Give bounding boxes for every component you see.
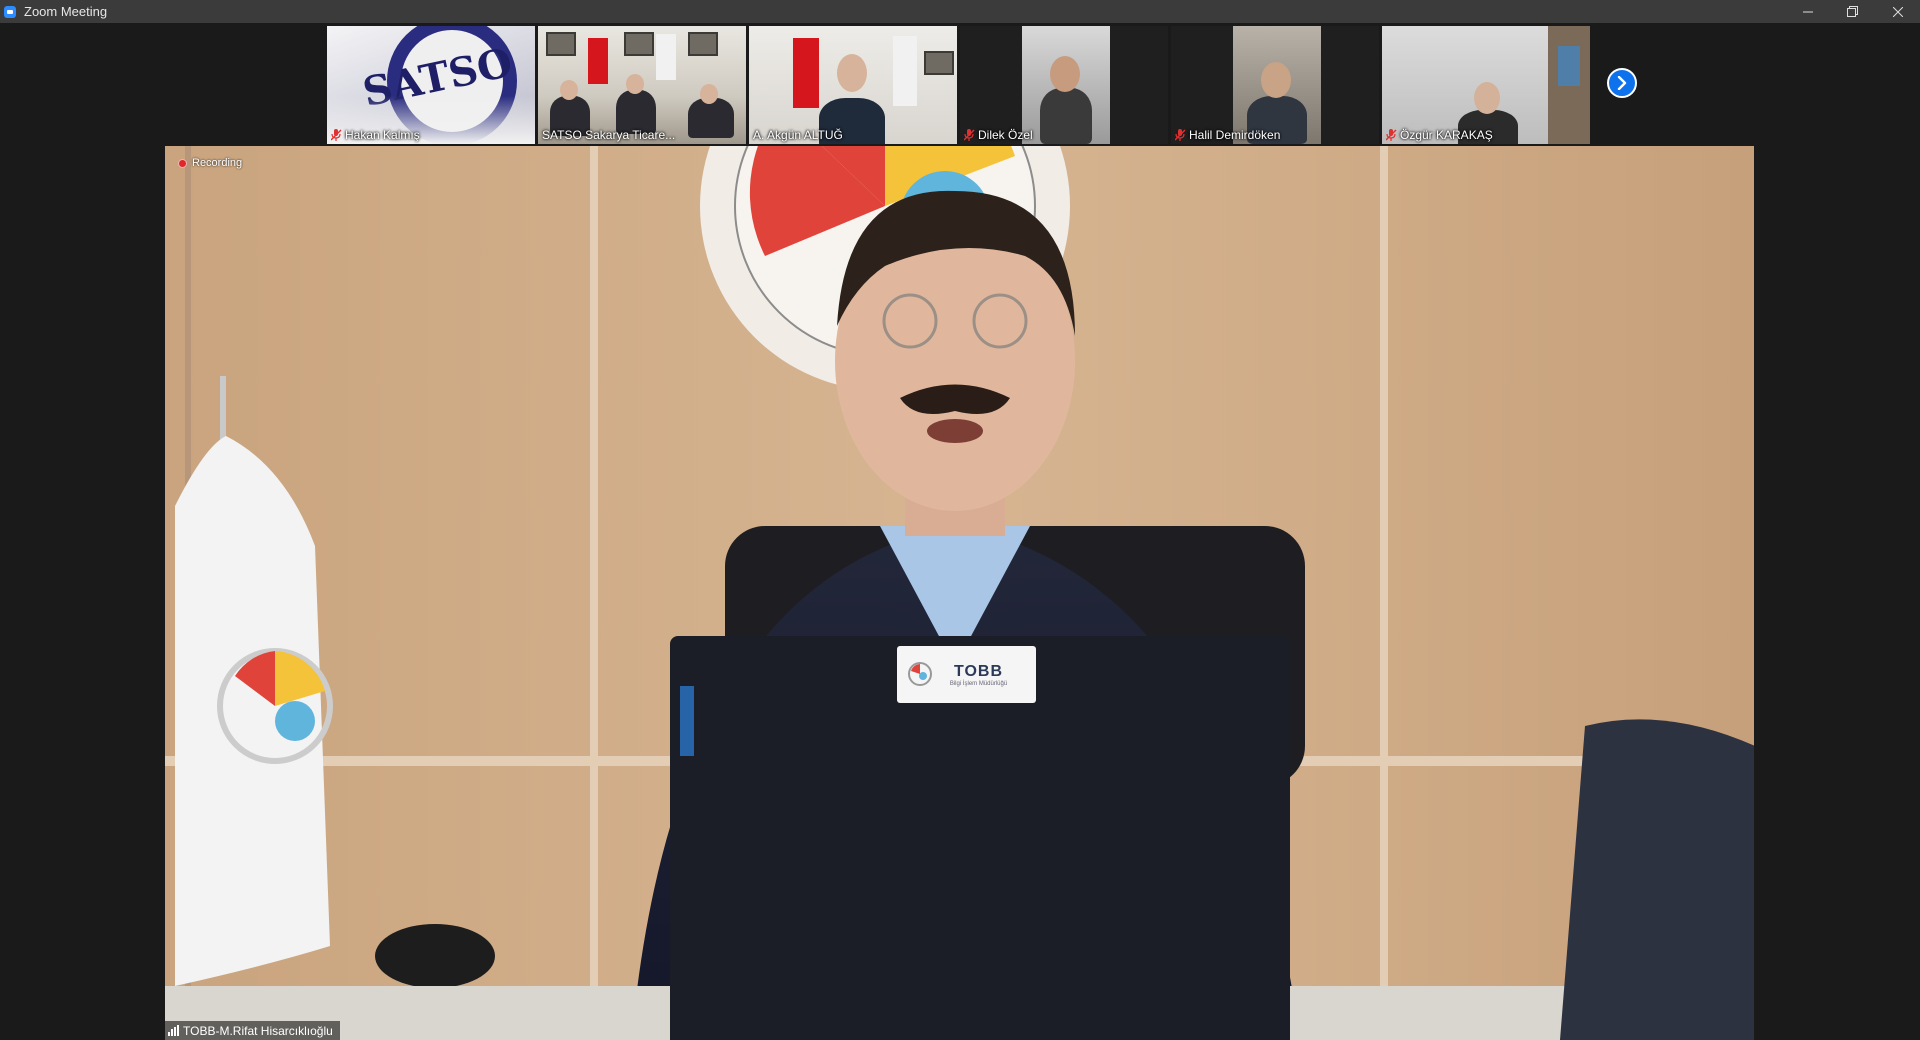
participant-tile[interactable]: Özgür KARAKAŞ [1382,26,1590,144]
active-speaker-name: TOBB-M.Rifat Hisarcıklıoğlu [183,1023,333,1038]
participant-video [538,26,746,144]
recording-dot-icon [178,158,187,168]
tobb-laptop-sticker: TOBB Bilgi İşlem Müdürlüğü [897,646,1036,703]
participant-name: A. Akgün ALTUĞ [753,128,843,142]
close-icon [1892,6,1903,17]
participant-tile[interactable]: SATSO Sakarya Ticare... [538,26,746,144]
minimize-button[interactable] [1785,0,1830,23]
participant-name-label: A. Akgün ALTUĞ [753,128,843,142]
participant-name-label: Hakan Kalmış [331,128,420,142]
active-speaker-label: TOBB-M.Rifat Hisarcıklıoğlu [165,1021,340,1040]
next-page-button[interactable] [1607,68,1637,98]
sticker-title: TOBB [953,662,1004,680]
muted-mic-icon [1175,129,1186,141]
participant-video [749,26,957,144]
participant-name-label: Özgür KARAKAŞ [1386,128,1493,142]
active-speaker-video[interactable]: TOBB Bilgi İşlem Müdürlüğü Recording TOB… [165,146,1754,1040]
participant-strip: SATSO Hakan Kalmış SATSO Sakarya Ticare.… [327,26,1590,144]
participant-name-label: Dilek Özel [964,128,1033,142]
participant-video: SATSO [327,26,535,144]
restore-button[interactable] [1830,0,1875,23]
speaker-scene [165,146,1754,1040]
chevron-right-icon [1617,76,1627,90]
participant-name-label: Halil Demirdöken [1175,128,1280,142]
participant-video [1382,26,1590,144]
sticker-subtitle: Bilgi İşlem Müdürlüğü [949,680,1008,687]
restore-icon [1847,6,1858,17]
title-bar: Zoom Meeting [0,0,1920,23]
participant-name: Özgür KARAKAŞ [1400,128,1493,142]
window-title: Zoom Meeting [24,4,108,19]
participant-name: Dilek Özel [978,128,1033,142]
muted-mic-icon [331,129,342,141]
close-button[interactable] [1875,0,1920,23]
participant-name: Hakan Kalmış [345,128,420,142]
participant-video [960,26,1168,144]
participant-name: Halil Demirdöken [1189,128,1281,142]
tobb-logo-icon [908,662,932,686]
participant-name: SATSO Sakarya Ticare... [542,128,676,142]
signal-strength-icon [168,1025,179,1036]
window-controls [1785,0,1920,23]
recording-indicator: Recording [178,157,242,169]
participant-name-label: SATSO Sakarya Ticare... [542,128,675,142]
muted-mic-icon [1386,129,1397,141]
participant-tile[interactable]: Dilek Özel [960,26,1168,144]
participant-tile[interactable]: Halil Demirdöken [1171,26,1379,144]
zoom-app-icon [4,5,16,18]
recording-label: Recording [192,157,243,169]
minimize-icon [1802,11,1813,12]
participant-tile[interactable]: A. Akgün ALTUĞ [749,26,957,144]
muted-mic-icon [964,129,975,141]
participant-video [1171,26,1379,144]
participant-tile[interactable]: SATSO Hakan Kalmış [327,26,535,144]
